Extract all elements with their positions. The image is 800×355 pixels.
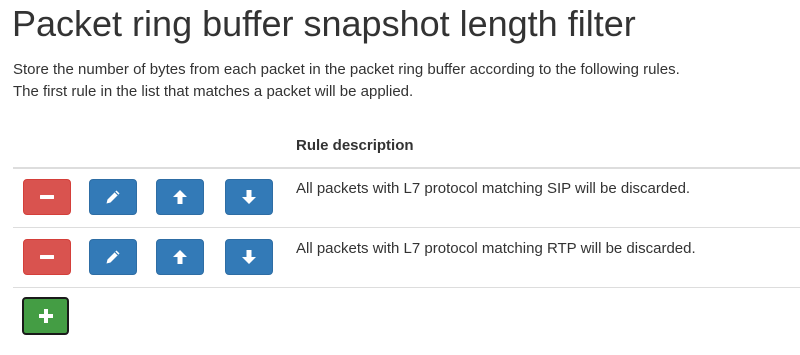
pencil-icon	[106, 250, 120, 264]
edit-rule-button[interactable]	[89, 239, 137, 275]
add-rule-button[interactable]	[22, 297, 69, 335]
move-rule-up-button[interactable]	[156, 239, 204, 275]
minus-icon	[40, 195, 54, 199]
edit-rule-button[interactable]	[89, 179, 137, 215]
arrow-down-icon	[242, 190, 256, 204]
move-rule-down-button[interactable]	[225, 179, 273, 215]
arrow-up-icon	[173, 190, 187, 204]
description-line-1: Store the number of bytes from each pack…	[13, 61, 680, 78]
arrow-down-icon	[242, 250, 256, 264]
table-row: All packets with L7 protocol matching SI…	[13, 168, 800, 228]
plus-icon	[38, 309, 53, 323]
pencil-icon	[106, 190, 120, 204]
delete-rule-button[interactable]	[23, 179, 71, 215]
page-description: Store the number of bytes from each pack…	[13, 59, 680, 103]
rule-description-header: Rule description	[296, 137, 414, 154]
delete-rule-button[interactable]	[23, 239, 71, 275]
minus-icon	[40, 255, 54, 259]
table-row: All packets with L7 protocol matching RT…	[13, 228, 800, 288]
move-rule-down-button[interactable]	[225, 239, 273, 275]
arrow-up-icon	[173, 250, 187, 264]
move-rule-up-button[interactable]	[156, 179, 204, 215]
page-title: Packet ring buffer snapshot length filte…	[12, 3, 636, 44]
description-line-2: The first rule in the list that matches …	[13, 83, 414, 100]
rule-description: All packets with L7 protocol matching RT…	[296, 240, 696, 257]
rule-description: All packets with L7 protocol matching SI…	[296, 180, 691, 197]
table-header-row: Rule description	[13, 127, 800, 169]
